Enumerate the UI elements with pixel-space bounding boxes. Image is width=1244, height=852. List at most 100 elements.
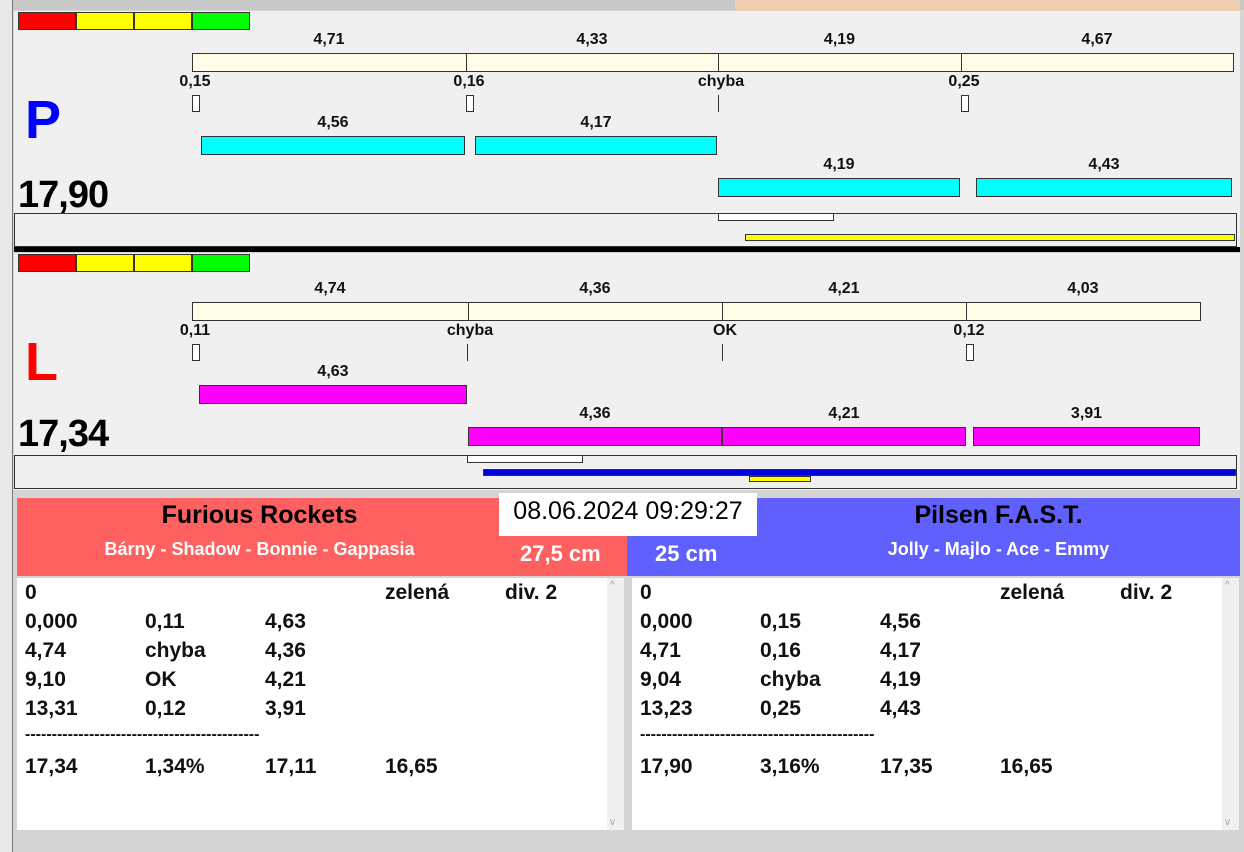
run-bar — [976, 178, 1232, 197]
reaction-tick — [467, 344, 468, 361]
table-row: 4,71 0,16 4,17 — [632, 639, 1222, 667]
split-label: 4,19 — [823, 31, 856, 48]
reaction-marker — [192, 95, 200, 112]
run-bar — [722, 427, 966, 446]
table-cell: chyba — [760, 668, 821, 691]
run-bar — [201, 136, 465, 155]
team-right-table: 0 zelená div. 2 0,000 0,15 4,56 4,71 0,16 4,17 9,… — [632, 578, 1222, 830]
table-cell: 4,56 — [880, 610, 921, 633]
split-label: 4,33 — [576, 31, 608, 48]
split-bar — [466, 53, 719, 72]
tab-strip-highlight — [735, 0, 1240, 11]
team-left-name: Furious Rockets — [161, 501, 358, 529]
lane-total-time: 17,34 — [18, 413, 109, 455]
traffic-light-green — [192, 254, 250, 272]
team-right-members: Jolly - Majlo - Ace - Emmy — [887, 539, 1110, 559]
run-label: 4,56 — [317, 114, 349, 131]
lane-letter: L — [25, 332, 58, 392]
split-label: 4,21 — [828, 280, 860, 297]
team-right-scrollbar[interactable]: ^ v — [1222, 578, 1239, 830]
run-bar — [199, 385, 467, 404]
table-cell: 4,21 — [265, 668, 306, 691]
reaction-label: chyba — [446, 322, 494, 339]
reaction-label: 0,25 — [948, 73, 980, 90]
table-row: 9,04 chyba 4,19 — [632, 668, 1222, 696]
table-cell: ----------------------------------------… — [25, 726, 260, 743]
table-row: ----------------------------------------… — [632, 726, 1222, 754]
table-cell: 17,35 — [880, 755, 933, 778]
table-cell: 0,11 — [145, 610, 185, 633]
table-cell: ----------------------------------------… — [640, 726, 875, 743]
table-row: 0 zelená div. 2 — [17, 581, 607, 609]
reaction-marker — [961, 95, 969, 112]
traffic-light-yellow — [76, 254, 134, 272]
split-label: 4,71 — [313, 31, 345, 48]
table-cell: 0,12 — [145, 697, 186, 720]
reaction-tick — [718, 95, 719, 112]
table-cell: 4,63 — [265, 610, 306, 633]
team-left-scrollbar[interactable]: ^ v — [607, 578, 624, 830]
reaction-label: 0,15 — [179, 73, 211, 90]
table-cell: 4,17 — [880, 639, 921, 662]
table-cell: 4,43 — [880, 697, 921, 720]
reaction-label: 0,12 — [953, 322, 985, 339]
table-row: 4,74 chyba 4,36 — [17, 639, 607, 667]
split-label: 4,74 — [314, 280, 346, 297]
start-marker — [467, 455, 583, 463]
reaction-tick — [722, 344, 723, 361]
split-bar — [718, 53, 962, 72]
team-left-height: 27,5 cm — [520, 541, 601, 566]
table-cell: 4,74 — [25, 639, 66, 662]
table-row: 0,000 0,11 4,63 — [17, 610, 607, 638]
table-row: 13,23 0,25 4,43 — [632, 697, 1222, 725]
run-bar — [475, 136, 717, 155]
table-cell: 16,65 — [1000, 755, 1053, 778]
run-label: 4,17 — [580, 114, 612, 131]
table-cell: 17,90 — [640, 755, 693, 778]
progress-bar-blue — [483, 469, 1236, 476]
table-row: ----------------------------------------… — [17, 726, 607, 754]
table-cell: 3,91 — [265, 697, 306, 720]
table-cell: div. 2 — [1120, 581, 1173, 604]
table-cell: 1,34% — [145, 755, 205, 778]
table-cell: 13,23 — [640, 697, 693, 720]
table-row: 0 zelená div. 2 — [632, 581, 1222, 609]
table-cell: 9,10 — [25, 668, 66, 691]
progress-bar-yellow — [749, 476, 811, 482]
lane-letter: P — [25, 90, 62, 150]
table-cell: 9,04 — [640, 668, 681, 691]
traffic-light-green — [192, 12, 250, 30]
reaction-marker — [466, 95, 474, 112]
table-row: 9,10 OK 4,21 — [17, 668, 607, 696]
table-cell: chyba — [145, 639, 206, 662]
table-cell: zelená — [1000, 581, 1065, 604]
lane-l-panel: L 17,34 4,74 0,11 4,36 chyba 4,21 OK 4,03 0,12 4,6… — [14, 253, 1240, 490]
lane-p-panel: P 17,90 4,71 0,15 4,33 0,16 4,19 chyba 4,67 0,25 4… — [14, 11, 1240, 247]
table-cell: 0,000 — [640, 610, 693, 633]
split-label: 4,03 — [1067, 280, 1099, 297]
table-cell: 17,11 — [265, 755, 317, 778]
split-label: 4,67 — [1081, 31, 1113, 48]
split-bar — [468, 302, 723, 321]
reaction-label: chyba — [697, 73, 745, 90]
datetime: 08.06.2024 09:29:27 — [499, 493, 757, 536]
run-label: 4,36 — [579, 405, 611, 422]
table-cell: 0 — [640, 581, 652, 604]
split-bar — [722, 302, 967, 321]
table-row: 17,34 1,34% 17,11 16,65 — [17, 755, 607, 783]
run-label: 4,19 — [823, 156, 855, 173]
table-cell: OK — [145, 668, 177, 691]
table-cell: 17,34 — [25, 755, 78, 778]
table-cell: 4,71 — [640, 639, 681, 662]
traffic-light-yellow — [134, 12, 192, 30]
table-cell: 4,36 — [265, 639, 306, 662]
table-row: 0,000 0,15 4,56 — [632, 610, 1222, 638]
reaction-label: 0,11 — [179, 322, 211, 339]
split-bar — [961, 53, 1234, 72]
run-label: 3,91 — [1070, 405, 1103, 422]
run-bar — [468, 427, 722, 446]
table-cell: 0,000 — [25, 610, 78, 633]
lane-total-time: 17,90 — [18, 174, 109, 216]
table-cell: div. 2 — [505, 581, 558, 604]
reaction-marker — [966, 344, 974, 361]
